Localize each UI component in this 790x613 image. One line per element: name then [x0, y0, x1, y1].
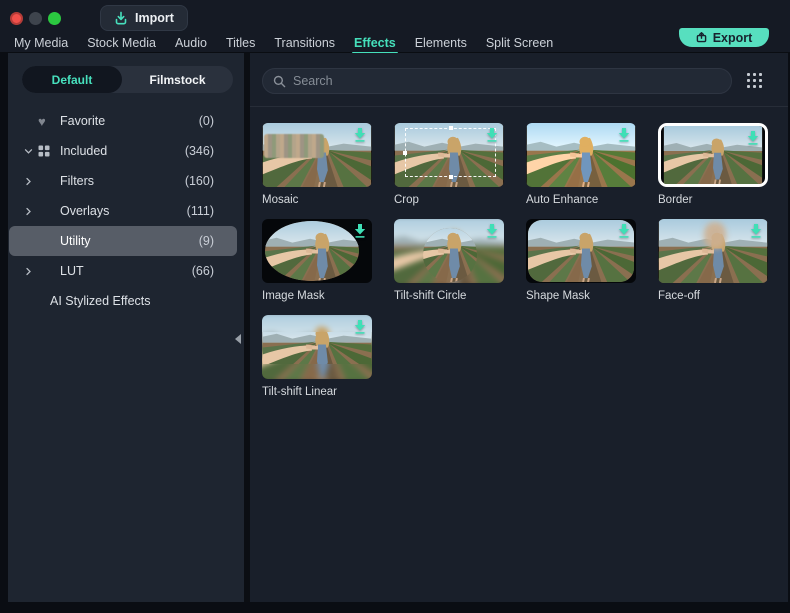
- filters-count: (160): [184, 174, 214, 188]
- face-blur-overlay: [704, 222, 726, 249]
- effect-thumbnail-shape-mask[interactable]: [526, 219, 636, 283]
- effects-sidebar: Default Filmstock ♥ Favorite (0) Include…: [8, 53, 244, 602]
- effect-thumbnail-mosaic[interactable]: [262, 123, 372, 187]
- toggle-option-default[interactable]: Default: [22, 66, 122, 93]
- chevron-right-icon: [26, 177, 31, 185]
- effect-card-auto-enhance: Auto Enhance: [526, 123, 636, 206]
- main-area: Default Filmstock ♥ Favorite (0) Include…: [0, 53, 790, 602]
- search-bar[interactable]: [262, 68, 732, 94]
- sidebar-item-filters[interactable]: Filters (160): [8, 166, 244, 196]
- tab-audio[interactable]: Audio: [175, 36, 207, 53]
- effect-thumbnail-tilt-shift-circle[interactable]: [394, 219, 504, 283]
- search-row: [250, 53, 788, 94]
- tab-titles[interactable]: Titles: [226, 36, 255, 53]
- download-icon[interactable]: [617, 223, 631, 239]
- effect-name: Face-off: [658, 290, 700, 302]
- import-label: Import: [135, 11, 174, 25]
- effect-thumbnail-border[interactable]: [658, 123, 768, 187]
- category-grid-icon: [38, 145, 50, 157]
- sidebar-item-overlays[interactable]: Overlays (111): [8, 196, 244, 226]
- tab-effects[interactable]: Effects: [352, 36, 398, 54]
- source-toggle: Default Filmstock: [22, 66, 233, 93]
- effect-card-shape-mask: Shape Mask: [526, 219, 636, 302]
- effect-name: Border: [658, 194, 693, 206]
- zoom-window-button[interactable]: [48, 12, 61, 25]
- effect-name: Mosaic: [262, 194, 299, 206]
- sidebar-item-lut[interactable]: LUT (66): [8, 256, 244, 286]
- sidebar-item-included[interactable]: Included (346): [8, 136, 244, 166]
- utility-count: (9): [198, 234, 214, 248]
- toggle-option-filmstock[interactable]: Filmstock: [122, 66, 233, 93]
- effect-card-crop: Crop: [394, 123, 504, 206]
- search-icon: [273, 75, 286, 87]
- included-count: (346): [184, 144, 214, 158]
- effect-name: Crop: [394, 194, 419, 206]
- search-input[interactable]: [293, 74, 721, 88]
- crop-overlay: [403, 126, 496, 179]
- download-icon[interactable]: [485, 223, 499, 239]
- favorite-count: (0): [198, 114, 214, 128]
- media-tabs: My Media Stock Media Audio Titles Transi…: [0, 36, 790, 54]
- effect-name: Image Mask: [262, 290, 325, 302]
- titlebar: Import Export: [0, 0, 790, 47]
- effect-thumbnail-crop[interactable]: [394, 123, 504, 187]
- effect-name: Auto Enhance: [526, 194, 599, 206]
- tab-elements[interactable]: Elements: [415, 36, 467, 53]
- effect-card-image-mask: Image Mask: [262, 219, 372, 302]
- sidebar-item-favorite[interactable]: ♥ Favorite (0): [8, 106, 244, 136]
- tab-split-screen[interactable]: Split Screen: [486, 36, 553, 53]
- chevron-right-icon: [26, 207, 31, 215]
- effect-name: Tilt-shift Linear: [262, 386, 337, 398]
- import-button[interactable]: Import: [100, 5, 188, 31]
- import-icon: [115, 11, 127, 25]
- effect-card-face-off: Face-off: [658, 219, 768, 302]
- effect-name: Shape Mask: [526, 290, 590, 302]
- download-icon[interactable]: [749, 223, 763, 239]
- sidebar-item-ai-stylized-effects[interactable]: AI Stylized Effects: [8, 286, 244, 316]
- download-icon[interactable]: [353, 127, 367, 143]
- chevron-right-icon: [26, 267, 31, 275]
- effect-card-mosaic: Mosaic: [262, 123, 372, 206]
- heart-icon: ♥: [38, 113, 46, 129]
- sidebar-item-utility[interactable]: Utility (9): [9, 226, 237, 256]
- app-header: Import Export My Media Stock Media Audio…: [0, 0, 790, 54]
- effect-card-border: Border: [658, 123, 768, 206]
- effect-name: Tilt-shift Circle: [394, 290, 467, 302]
- tab-stock-media[interactable]: Stock Media: [87, 36, 156, 53]
- effect-thumbnail-image-mask[interactable]: [262, 219, 372, 283]
- chevron-down-icon: [24, 148, 33, 154]
- tab-my-media[interactable]: My Media: [14, 36, 68, 53]
- overlays-count: (111): [186, 204, 214, 218]
- download-icon[interactable]: [617, 127, 631, 143]
- effects-grid: Mosaic Crop Auto Enhance Border Image Ma…: [250, 107, 788, 398]
- effect-thumbnail-face-off[interactable]: [658, 219, 768, 283]
- download-icon[interactable]: [353, 319, 367, 335]
- effect-card-tilt-shift-linear: Tilt-shift Linear: [262, 315, 372, 398]
- mosaic-overlay: [264, 134, 324, 158]
- effects-panel: Mosaic Crop Auto Enhance: [250, 53, 788, 602]
- download-icon[interactable]: [485, 127, 499, 143]
- download-icon[interactable]: [746, 130, 760, 146]
- minimize-window-button[interactable]: [29, 12, 42, 25]
- lut-count: (66): [191, 264, 214, 278]
- category-list: ♥ Favorite (0) Included (346) Filters (1…: [8, 106, 244, 316]
- sidebar-collapse-icon[interactable]: [233, 333, 243, 345]
- effect-card-tilt-shift-circle: Tilt-shift Circle: [394, 219, 504, 302]
- tab-transitions[interactable]: Transitions: [274, 36, 335, 53]
- close-window-button[interactable]: [10, 12, 23, 25]
- grid-view-icon[interactable]: [747, 72, 764, 90]
- effect-thumbnail-tilt-shift-linear[interactable]: [262, 315, 372, 379]
- effect-thumbnail-auto-enhance[interactable]: [526, 123, 636, 187]
- download-icon[interactable]: [353, 223, 367, 239]
